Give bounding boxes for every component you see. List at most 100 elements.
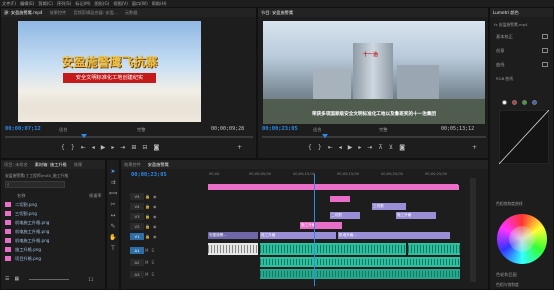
overwrite-icon[interactable]: ⊟ [142, 144, 147, 151]
slip-icon[interactable]: ↔ [107, 212, 119, 223]
hue-wheel[interactable] [497, 214, 547, 264]
timeline-timecode[interactable]: 00;00;23;05 [131, 172, 167, 178]
lumetri-wheels[interactable]: 色轮和匹配 [496, 272, 517, 278]
tab-sequence[interactable]: 安盈施警鹰 [148, 162, 169, 168]
curve-graph[interactable] [499, 110, 549, 164]
audio-clip-a2[interactable] [260, 257, 460, 267]
blue-channel-icon[interactable] [532, 100, 537, 105]
track-select-icon[interactable]: ⇉ [107, 179, 119, 190]
type-tool-icon[interactable]: T [107, 245, 119, 256]
menu-sequence[interactable]: 序列(S) [57, 1, 71, 7]
menu-window[interactable]: 窗口(W) [132, 1, 148, 7]
razor-icon[interactable]: ✂ [107, 201, 119, 212]
list-item[interactable]: 机电施工升格.png [1, 227, 107, 236]
tab-effect-controls-2[interactable]: 效果控件 [124, 162, 141, 168]
mute-icon[interactable]: M [145, 248, 148, 253]
tab-project[interactable]: 项目: 未命名 [4, 162, 28, 168]
solo-icon[interactable]: S [151, 260, 154, 265]
play-icon[interactable]: ▶ [348, 144, 353, 151]
solo-icon[interactable]: S [151, 272, 154, 277]
zoom-slider[interactable] [29, 279, 69, 280]
creative-checkbox[interactable] [542, 48, 548, 53]
play-icon[interactable]: ▶ [101, 144, 106, 151]
col-frame-rate[interactable]: 帧速率 [89, 193, 102, 199]
lock-icon[interactable]: 🔒 [145, 234, 150, 239]
pen-icon[interactable]: ✎ [107, 223, 119, 234]
lock-icon[interactable]: 🔒 [145, 214, 150, 219]
time-ruler[interactable]: 00;00 00;00;05;00 00;00;10;00 00;00;15;0… [209, 172, 485, 182]
basic-checkbox[interactable] [542, 34, 548, 39]
menu-view[interactable]: 视图(V) [113, 1, 128, 7]
curves-checkbox[interactable] [542, 62, 548, 67]
source-timecode[interactable]: 00;00;07;12 [5, 126, 41, 132]
mark-in-icon[interactable]: { [61, 144, 65, 151]
goto-in-icon[interactable]: ⇤ [81, 144, 86, 151]
eye-icon[interactable]: ◉ [153, 204, 157, 209]
mark-out-icon[interactable]: } [71, 144, 75, 151]
eye-icon[interactable]: ◉ [153, 234, 157, 239]
lift-icon[interactable]: ⊼ [378, 144, 382, 151]
lock-icon[interactable]: 🔒 [145, 224, 150, 229]
col-name[interactable]: 名称 [17, 193, 25, 199]
track-label[interactable]: A2 [130, 258, 144, 266]
step-back-icon[interactable]: ◂ [339, 144, 342, 151]
tab-source[interactable]: 源: 安盈施警鹰.mp4 [4, 10, 43, 16]
clip-v1-a[interactable]: 安盈施警... [208, 232, 258, 239]
program-fit-select[interactable]: 适合 [313, 127, 321, 133]
tab-bin[interactable]: 素材箱: 施工升格 [35, 162, 67, 168]
track-label[interactable]: V5 [130, 192, 144, 200]
clip-v3-a[interactable]: 二切割 [330, 212, 360, 219]
lock-icon[interactable]: 🔒 [145, 204, 150, 209]
hand-icon[interactable]: ✋ [107, 234, 119, 245]
goto-out-icon[interactable]: ⇥ [367, 144, 372, 151]
menu-file[interactable]: 文件(F) [2, 1, 16, 7]
solo-icon[interactable]: S [151, 248, 154, 253]
red-channel-icon[interactable] [512, 100, 517, 105]
tab-effects[interactable]: 效果 [74, 162, 82, 168]
lock-icon[interactable]: 🔒 [145, 194, 150, 199]
source-quality-select[interactable]: 完整 [137, 127, 145, 133]
track-label[interactable]: A1 [130, 246, 144, 254]
list-view-icon[interactable]: ☰ [5, 276, 9, 282]
audio-clip-a1-b[interactable] [260, 243, 406, 255]
lumetri-curves[interactable]: 曲线 [496, 62, 504, 68]
eye-icon[interactable]: ◉ [153, 194, 157, 199]
lumetri-creative[interactable]: 创意 [496, 48, 504, 54]
program-scrubber[interactable] [262, 136, 486, 138]
program-playhead[interactable] [322, 134, 328, 138]
step-back-icon[interactable]: ◂ [92, 144, 95, 151]
step-forward-icon[interactable]: ▸ [111, 144, 114, 151]
mute-icon[interactable]: M [145, 260, 148, 265]
clip-v1-b[interactable]: 施工升格 [260, 232, 336, 239]
ripple-edit-icon[interactable]: ⟺ [107, 190, 119, 201]
tab-program[interactable]: 节目: 安盈施警鹰 [261, 10, 293, 16]
track-label[interactable]: A3 [130, 270, 144, 278]
lumetri-rgb-curves[interactable]: RGB 曲线 [496, 76, 513, 82]
source-playhead[interactable] [81, 134, 87, 138]
timeline-playhead[interactable] [314, 174, 315, 286]
tab-lumetri[interactable]: Lumetri 颜色 [493, 10, 519, 16]
list-item[interactable]: 机电施工升格.png [1, 236, 107, 245]
goto-in-icon[interactable]: ⇤ [328, 144, 333, 151]
add-button-icon[interactable]: + [237, 144, 242, 151]
track-label[interactable]: V1 [130, 232, 144, 240]
menu-markers[interactable]: 标记(M) [75, 1, 90, 7]
track-label[interactable]: V3 [130, 212, 144, 220]
tab-metadata[interactable]: 元数据 [125, 10, 138, 16]
icon-view-icon[interactable]: ▦ [14, 276, 19, 282]
list-item[interactable]: 项目升格.png [1, 254, 107, 263]
track-label[interactable]: V4 [130, 202, 144, 210]
lumetri-hue-sat[interactable]: 色相饱和度曲线 [496, 201, 523, 207]
white-channel-icon[interactable] [502, 100, 507, 105]
audio-clip-a3[interactable] [260, 269, 460, 279]
add-button-icon[interactable]: + [472, 144, 477, 151]
source-fit-select[interactable]: 适合 [59, 127, 67, 133]
mark-out-icon[interactable]: } [318, 144, 322, 151]
export-frame-icon[interactable]: ◙ [399, 144, 405, 151]
goto-out-icon[interactable]: ⇥ [120, 144, 125, 151]
clip-v5[interactable] [330, 196, 350, 202]
timeline-scrollbar[interactable] [470, 178, 476, 282]
extract-icon[interactable]: ⊻ [389, 144, 393, 151]
insert-icon[interactable]: ⊞ [131, 144, 136, 151]
program-quality-select[interactable]: 完整 [379, 127, 387, 133]
